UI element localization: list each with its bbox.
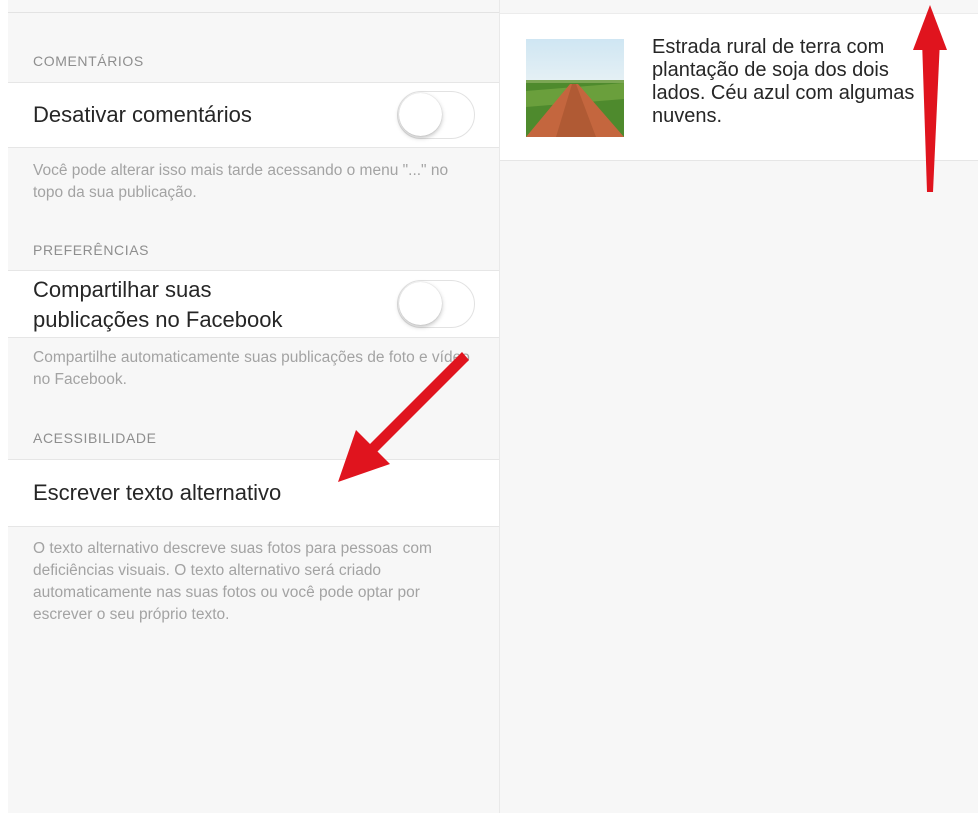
- share-facebook-row[interactable]: Compartilhar suas publicações no Faceboo…: [8, 270, 499, 338]
- accessibility-footnote: O texto alternativo descreve suas fotos …: [33, 540, 432, 623]
- section-header-preferences: PREFERÊNCIAS: [33, 242, 150, 258]
- share-facebook-label-line2: publicações no Facebook: [33, 307, 283, 332]
- section-header-comments: COMENTÁRIOS: [33, 53, 144, 69]
- write-alt-text-row[interactable]: Escrever texto alternativo: [8, 459, 499, 527]
- disable-comments-toggle[interactable]: [397, 91, 475, 139]
- alt-text-preview-row[interactable]: Estrada rural de terra com plantação de …: [500, 13, 978, 161]
- toggle-knob: [399, 93, 442, 136]
- toggle-knob: [399, 282, 442, 325]
- section-header-accessibility: ACESSIBILIDADE: [33, 430, 157, 446]
- comments-footnote: Você pode alterar isso mais tarde acessa…: [33, 162, 449, 201]
- disable-comments-row[interactable]: Desativar comentários: [8, 82, 499, 148]
- write-alt-text-label: Escrever texto alternativo: [33, 480, 282, 505]
- preferences-footnote: Compartilhe automaticamente suas publica…: [33, 349, 470, 388]
- share-facebook-label: Compartilhar suas publicações no Faceboo…: [33, 275, 283, 335]
- alt-text-preview: Estrada rural de terra com plantação de …: [652, 36, 915, 127]
- road-photo-thumbnail: [526, 39, 624, 137]
- settings-pane: COMENTÁRIOS Desativar comentários Você p…: [8, 0, 499, 813]
- share-facebook-label-line1: Compartilhar suas: [33, 277, 212, 302]
- disable-comments-label: Desativar comentários: [33, 102, 252, 127]
- share-facebook-toggle[interactable]: [397, 280, 475, 328]
- preview-pane: Estrada rural de terra com plantação de …: [499, 0, 978, 813]
- divider: [8, 12, 499, 13]
- screenshot: COMENTÁRIOS Desativar comentários Você p…: [0, 0, 978, 813]
